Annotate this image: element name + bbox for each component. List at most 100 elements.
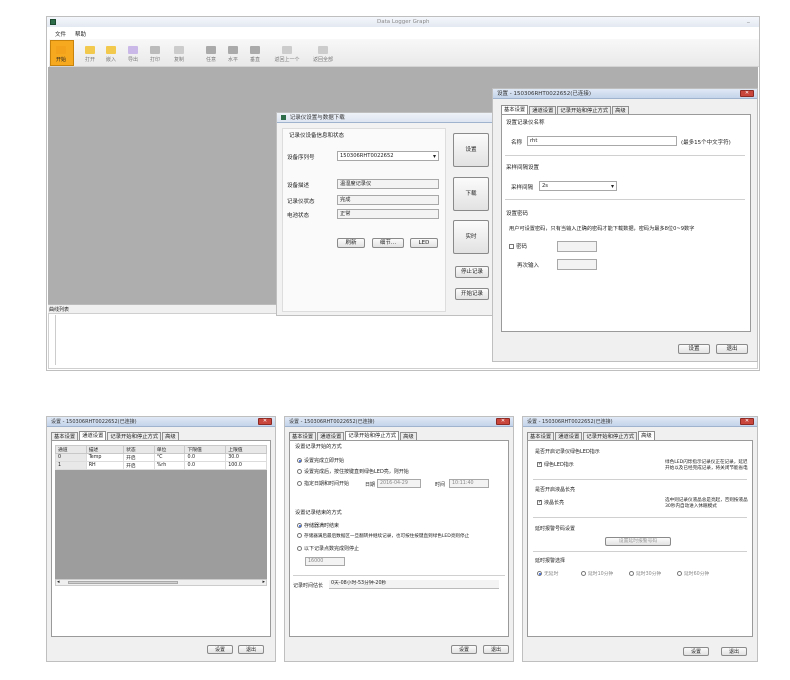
radio[interactable] — [297, 546, 302, 551]
delay-option-60[interactable]: 延时60分钟 — [677, 570, 709, 577]
curve-list-scroll[interactable] — [48, 315, 56, 365]
exit-button[interactable]: 退出 — [483, 645, 509, 654]
password-repeat-input[interactable] — [557, 259, 597, 270]
name-input[interactable]: rht — [527, 136, 677, 146]
table-cell[interactable]: 开启 — [123, 461, 155, 470]
table-cell[interactable]: 0 — [55, 453, 87, 462]
lcd-check[interactable]: 液晶长亮 — [537, 499, 564, 506]
exit-button[interactable]: 退出 — [716, 344, 748, 354]
refresh-button[interactable]: 刷新 — [337, 238, 365, 248]
tab-advanced[interactable]: 高级 — [162, 432, 179, 440]
save-button[interactable]: 设置 — [207, 645, 233, 654]
tab-start-stop[interactable]: 记录开始和停止方式 — [583, 432, 638, 440]
save-button[interactable]: 设置 — [451, 645, 477, 654]
radio-selected[interactable] — [297, 458, 302, 463]
menu-file[interactable]: 文件 — [55, 30, 66, 38]
close-icon[interactable]: ✕ — [258, 418, 272, 425]
tab-basic[interactable]: 基本设置 — [501, 105, 529, 114]
toolbar-copy-button[interactable]: 复制 — [168, 46, 190, 63]
toolbar-save-button[interactable]: 导出 — [122, 46, 144, 63]
toolbar-folder-button[interactable]: 嵌入 — [100, 46, 122, 63]
setup-button[interactable]: 设置 — [453, 133, 489, 167]
end-option-full[interactable]: 存储器满时结束 — [297, 522, 339, 529]
start-option-immediate[interactable]: 设置完成立即开始 — [297, 457, 344, 464]
table-cell[interactable]: 30.0 — [225, 453, 267, 462]
password-input[interactable] — [557, 241, 597, 252]
toolbar-horizontal-button[interactable]: 水平 — [222, 46, 244, 63]
delay-option-10[interactable]: 延时10分钟 — [581, 570, 613, 577]
exit-button[interactable]: 退出 — [721, 647, 747, 656]
table-cell[interactable]: 100.0 — [225, 461, 267, 470]
start-record-button[interactable]: 开始记录 — [455, 288, 489, 300]
scroll-left-icon[interactable]: ◂ — [57, 579, 60, 585]
toolbar-vertical-button[interactable]: 垂直 — [244, 46, 266, 63]
tab-advanced[interactable]: 高级 — [400, 432, 417, 440]
table-cell[interactable]: 开启 — [123, 453, 155, 462]
tab-advanced[interactable]: 高级 — [612, 106, 629, 114]
stop-record-button[interactable]: 停止记录 — [455, 266, 489, 278]
delay-option-none[interactable]: 无延时 — [537, 570, 558, 577]
toolbar-folder-open-button[interactable]: 打开 — [79, 46, 101, 63]
end-option-wrap[interactable]: 存储器满后最后数据区一旦翻转并继续记录，也可按住按键直到绿色LED亮则停止 — [297, 533, 469, 539]
tab-channel[interactable]: 通道设置 — [529, 106, 557, 114]
toolbar-print-button[interactable]: 打印 — [144, 46, 166, 63]
tab-advanced[interactable]: 高级 — [638, 431, 655, 440]
toolbar-chart-back-button[interactable]: 返回上一个 — [270, 46, 304, 63]
scroll-thumb[interactable] — [68, 581, 178, 584]
column-header[interactable]: 单位 — [153, 445, 186, 454]
radio[interactable] — [677, 571, 682, 576]
table-cell[interactable]: 1 — [55, 461, 87, 470]
table-row[interactable]: 0 Temp 开启 °C 0.0 30.0 — [55, 453, 267, 462]
close-icon[interactable]: ✕ — [740, 418, 754, 425]
menu-help[interactable]: 帮助 — [75, 30, 86, 38]
password-checkbox[interactable] — [509, 244, 514, 249]
channel-hscroll[interactable]: ◂ ▸ — [55, 579, 267, 586]
tab-start-stop[interactable]: 记录开始和停止方式 — [345, 431, 400, 440]
radio[interactable] — [297, 469, 302, 474]
exit-button[interactable]: 退出 — [238, 645, 264, 654]
column-header[interactable]: 状态 — [123, 445, 155, 454]
table-cell[interactable]: °C — [153, 453, 186, 462]
table-cell[interactable]: 0.0 — [184, 453, 227, 462]
tab-start-stop[interactable]: 记录开始和停止方式 — [107, 432, 162, 440]
scroll-right-icon[interactable]: ▸ — [262, 579, 265, 585]
radio[interactable] — [297, 481, 302, 486]
radio-selected[interactable] — [297, 523, 302, 528]
time-input[interactable]: 10:11:40 — [449, 479, 489, 488]
delay-option-30[interactable]: 延时30分钟 — [629, 570, 661, 577]
tab-basic[interactable]: 基本设置 — [289, 432, 317, 440]
interval-select[interactable]: 2s — [539, 181, 617, 191]
column-header[interactable]: 上限值 — [225, 445, 267, 454]
start-option-button[interactable]: 设置完成后，按住按键直到绿色LED亮，则开始 — [297, 468, 409, 475]
lcd-checkbox[interactable] — [537, 499, 542, 505]
count-input[interactable]: 16000 — [305, 557, 345, 566]
led-check[interactable]: 绿色LED指示 — [537, 461, 574, 468]
radio[interactable] — [297, 533, 302, 538]
alarm-number-button[interactable]: 设置延时报警号码 — [605, 537, 671, 546]
save-button[interactable]: 设置 — [683, 647, 709, 656]
radio-selected[interactable] — [537, 571, 542, 576]
close-icon[interactable]: ✕ — [740, 90, 754, 97]
radio[interactable] — [581, 571, 586, 576]
table-cell[interactable]: RH — [85, 461, 125, 470]
tab-start-stop[interactable]: 记录开始和停止方式 — [557, 106, 612, 114]
tab-channel[interactable]: 通道设置 — [79, 431, 107, 440]
serial-select[interactable]: 150306RHT0022652 — [337, 151, 439, 161]
tab-channel[interactable]: 通道设置 — [555, 432, 583, 440]
toolbar-play-button[interactable]: 开始 — [50, 46, 72, 63]
tab-basic[interactable]: 基本设置 — [527, 432, 555, 440]
column-header[interactable]: 下限值 — [184, 445, 227, 454]
date-input[interactable]: 2016-04-29 — [377, 479, 421, 488]
toolbar-chart-all-button[interactable]: 返回全部 — [306, 46, 340, 63]
table-cell[interactable]: %rh — [153, 461, 186, 470]
end-option-count[interactable]: 以下记录点数完成则停止 — [297, 545, 359, 552]
column-header[interactable]: 描述 — [85, 445, 125, 454]
tab-channel[interactable]: 通道设置 — [317, 432, 345, 440]
save-button[interactable]: 设置 — [678, 344, 710, 354]
detail-button[interactable]: 细节... — [372, 238, 404, 248]
table-cell[interactable]: Temp — [85, 453, 125, 462]
radio[interactable] — [629, 571, 634, 576]
tab-basic[interactable]: 基本设置 — [51, 432, 79, 440]
close-icon[interactable]: ✕ — [496, 418, 510, 425]
password-check[interactable]: 密码 — [509, 242, 527, 250]
